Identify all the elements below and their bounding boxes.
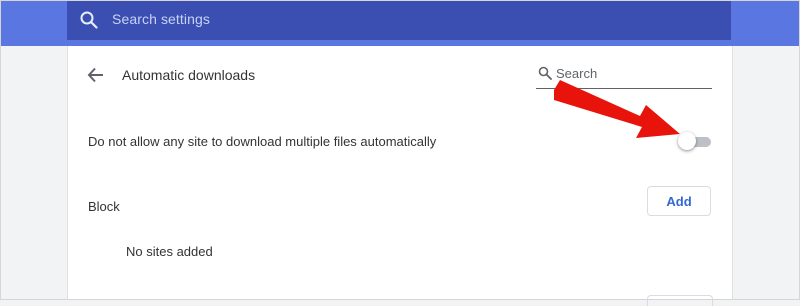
- settings-search-input[interactable]: Search settings: [112, 11, 210, 27]
- empty-list-text: No sites added: [126, 244, 213, 259]
- search-icon: [538, 66, 552, 80]
- toggle-label: Do not allow any site to download multip…: [88, 134, 437, 149]
- search-icon: [80, 11, 98, 29]
- next-add-button-partial[interactable]: [647, 295, 713, 306]
- page-title: Automatic downloads: [122, 67, 256, 83]
- settings-search-bar[interactable]: Search settings: [67, 0, 731, 40]
- arrow-left-icon[interactable]: [86, 65, 106, 85]
- red-arrow-icon: [554, 80, 680, 138]
- settings-header: Search settings: [0, 0, 800, 46]
- add-button[interactable]: Add: [647, 186, 711, 216]
- block-section-title: Block: [88, 199, 120, 214]
- automatic-downloads-toggle[interactable]: [678, 132, 711, 150]
